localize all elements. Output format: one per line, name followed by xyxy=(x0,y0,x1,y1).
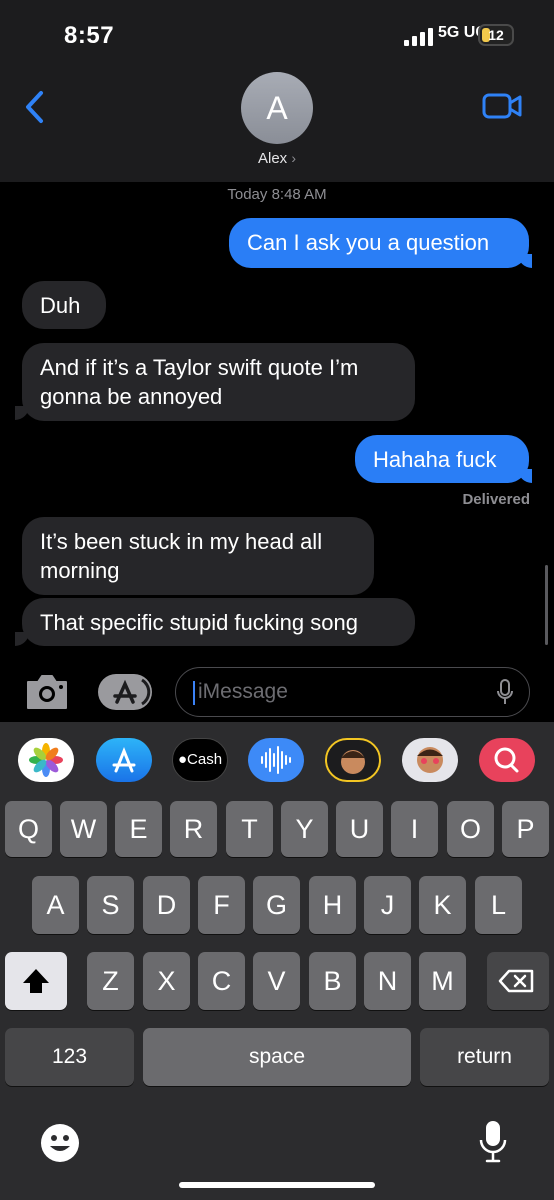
key-z[interactable]: Z xyxy=(87,952,134,1010)
key-a[interactable]: A xyxy=(32,876,79,934)
key-s[interactable]: S xyxy=(87,876,134,934)
delete-key[interactable] xyxy=(487,952,549,1010)
key-k[interactable]: K xyxy=(419,876,466,934)
memoji-face-icon xyxy=(341,750,365,774)
contact-name-row[interactable]: Alex › xyxy=(0,150,554,167)
battery-level: 12 xyxy=(488,27,504,43)
photos-app-icon[interactable] xyxy=(18,738,74,782)
key-h[interactable]: H xyxy=(309,876,356,934)
facetime-video-icon[interactable] xyxy=(482,92,522,120)
shift-key[interactable] xyxy=(5,952,67,1010)
key-f[interactable]: F xyxy=(198,876,245,934)
message-bubble-sent[interactable]: Hahaha fuck xyxy=(355,435,529,483)
dictation-microphone-icon[interactable] xyxy=(479,1120,507,1164)
camera-icon[interactable] xyxy=(24,672,70,712)
imessage-placeholder: iMessage xyxy=(198,680,288,703)
photos-flower-icon xyxy=(29,743,63,777)
text-cursor xyxy=(193,681,195,705)
memoji-stickers-icon[interactable] xyxy=(402,738,458,782)
dictation-mic-icon[interactable] xyxy=(497,679,513,705)
message-bubble-received[interactable]: It’s been stuck in my head all morning xyxy=(22,517,374,595)
battery-icon: 12 xyxy=(478,24,514,46)
key-e[interactable]: E xyxy=(115,801,162,857)
globe-search-icon xyxy=(494,747,519,773)
message-text: It’s been stuck in my head all morning xyxy=(40,529,323,583)
emoji-icon[interactable] xyxy=(40,1123,80,1163)
chevron-right-icon: › xyxy=(291,150,297,166)
key-y[interactable]: Y xyxy=(281,801,328,857)
message-bubble-tail xyxy=(15,406,29,420)
imessage-input[interactable]: iMessage xyxy=(175,667,530,717)
message-text: And if it’s a Taylor swift quote I’m gon… xyxy=(40,355,359,409)
cellular-signal-icon xyxy=(404,28,433,46)
key-x[interactable]: X xyxy=(143,952,190,1010)
space-key[interactable]: space xyxy=(143,1028,411,1086)
message-text: Hahaha fuck xyxy=(373,447,497,472)
contact-avatar[interactable]: A xyxy=(241,72,313,144)
audio-message-icon[interactable] xyxy=(248,738,304,782)
key-v[interactable]: V xyxy=(253,952,300,1010)
shift-arrow-icon xyxy=(23,969,49,993)
delivered-status: Delivered xyxy=(462,491,530,508)
backspace-icon xyxy=(498,969,534,993)
app-store-icon xyxy=(113,678,151,706)
message-bubble-received[interactable]: That specific stupid fucking song xyxy=(22,598,415,646)
apple-logo-icon: ● xyxy=(177,751,188,768)
message-text: Duh xyxy=(40,293,81,318)
app-store-tray-icon[interactable] xyxy=(96,738,152,782)
key-p[interactable]: P xyxy=(502,801,549,857)
app-store-a-icon xyxy=(112,746,136,773)
key-o[interactable]: O xyxy=(447,801,494,857)
key-i[interactable]: I xyxy=(391,801,438,857)
message-text: Can I ask you a question xyxy=(247,230,490,255)
message-bubble-sent[interactable]: Can I ask you a question xyxy=(229,218,529,268)
key-t[interactable]: T xyxy=(226,801,273,857)
key-j[interactable]: J xyxy=(364,876,411,934)
message-text: That specific stupid fucking song xyxy=(40,610,358,635)
key-r[interactable]: R xyxy=(170,801,217,857)
numbers-key[interactable]: 123 xyxy=(5,1028,134,1086)
key-d[interactable]: D xyxy=(143,876,190,934)
app-store-apps-button[interactable] xyxy=(98,674,152,710)
status-time: 8:57 xyxy=(64,22,115,49)
key-u[interactable]: U xyxy=(336,801,383,857)
apple-cash-label: Cash xyxy=(187,751,223,768)
message-bubble-tail xyxy=(518,469,532,483)
memoji-sticker-face-icon xyxy=(417,747,443,773)
contact-name: Alex xyxy=(257,150,288,167)
key-q[interactable]: Q xyxy=(5,801,52,857)
key-w[interactable]: W xyxy=(60,801,107,857)
memoji-icon[interactable] xyxy=(325,738,381,782)
waveform-icon xyxy=(261,746,291,774)
key-c[interactable]: C xyxy=(198,952,245,1010)
return-key[interactable]: return xyxy=(420,1028,549,1086)
key-l[interactable]: L xyxy=(475,876,522,934)
message-timestamp: Today 8:48 AM xyxy=(227,186,327,203)
message-bubble-tail xyxy=(518,254,532,268)
key-n[interactable]: N xyxy=(364,952,411,1010)
images-search-icon[interactable] xyxy=(479,738,535,782)
key-m[interactable]: M xyxy=(419,952,466,1010)
scroll-indicator[interactable] xyxy=(545,565,548,645)
message-bubble-received[interactable]: Duh xyxy=(22,281,106,329)
back-chevron-icon[interactable] xyxy=(22,90,48,124)
home-indicator[interactable] xyxy=(179,1182,375,1188)
message-bubble-tail xyxy=(15,632,29,646)
key-g[interactable]: G xyxy=(253,876,300,934)
message-bubble-received[interactable]: And if it’s a Taylor swift quote I’m gon… xyxy=(22,343,415,421)
key-b[interactable]: B xyxy=(309,952,356,1010)
apple-cash-icon[interactable]: ●Cash xyxy=(172,738,228,782)
